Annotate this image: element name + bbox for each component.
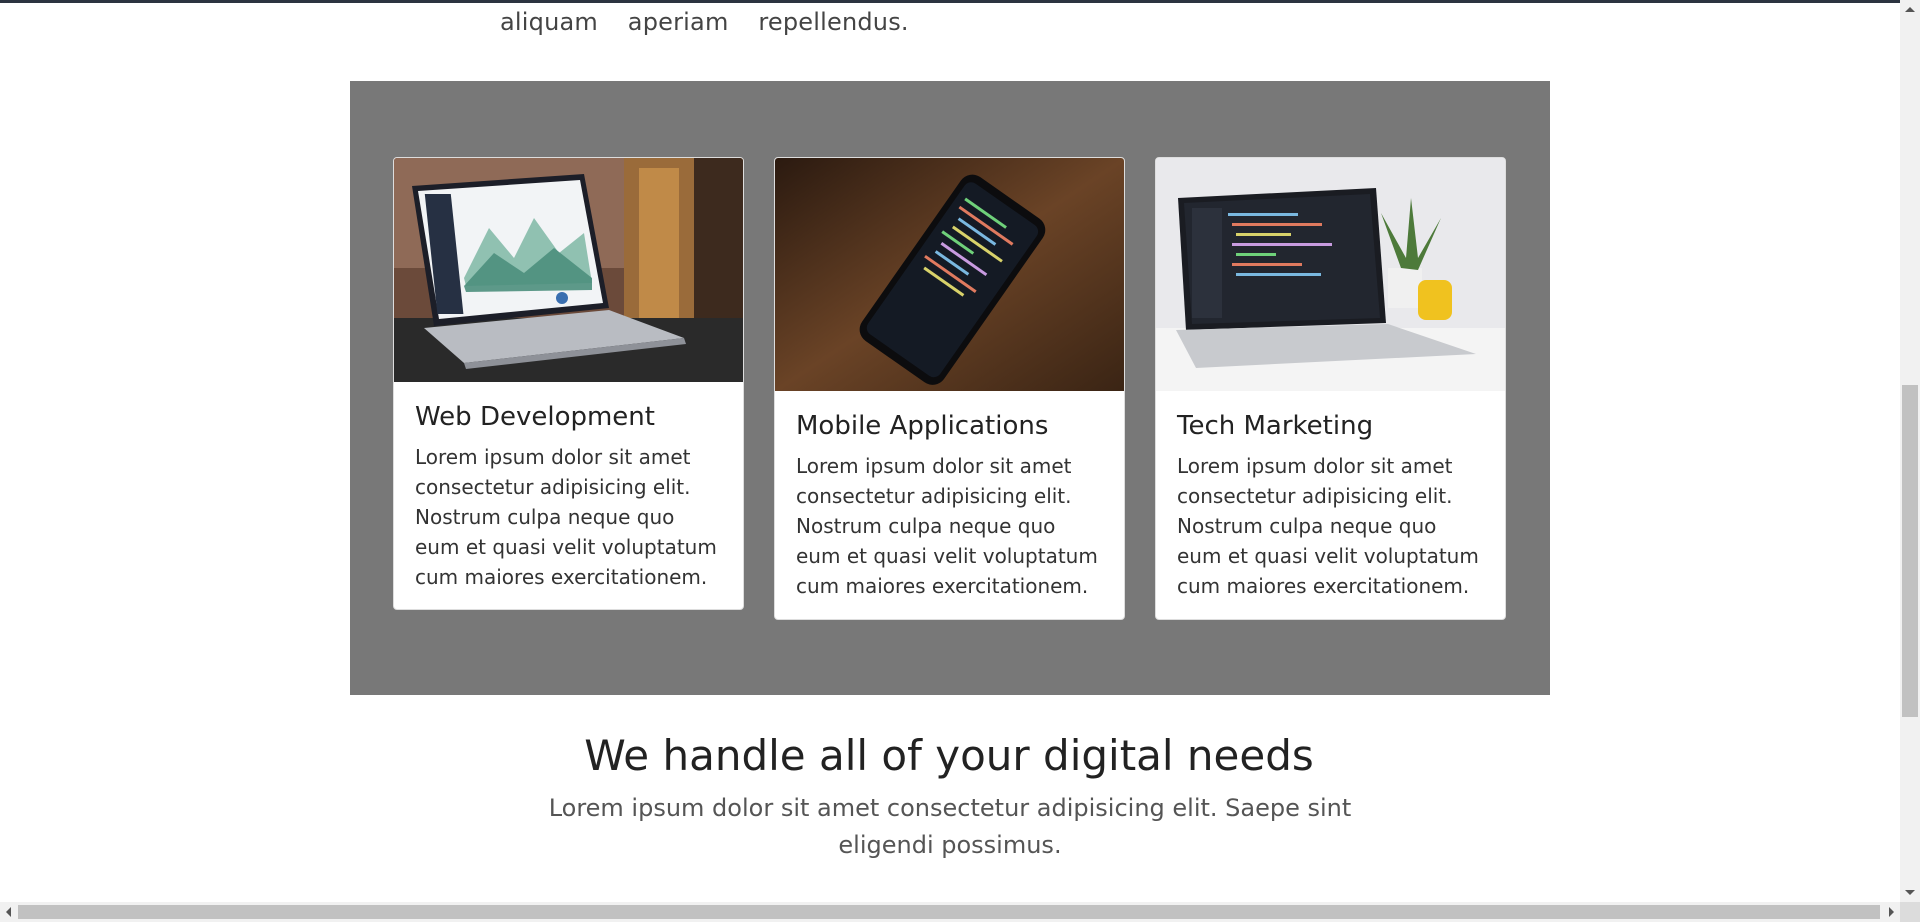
scroll-left-icon[interactable] xyxy=(6,907,11,917)
scroll-right-icon[interactable] xyxy=(1889,907,1894,917)
scroll-up-icon[interactable] xyxy=(1905,7,1915,12)
vertical-scroll-thumb[interactable] xyxy=(1902,385,1918,717)
service-card-web[interactable]: Web Development Lorem ipsum dolor sit am… xyxy=(393,157,744,610)
smartphone-code-photo xyxy=(775,158,1124,391)
horizontal-scroll-thumb[interactable] xyxy=(18,905,1880,919)
laptop-code-plant-photo xyxy=(1156,158,1505,391)
scrollbar-corner xyxy=(1900,902,1920,922)
vertical-scrollbar[interactable] xyxy=(1900,0,1920,902)
scroll-down-icon[interactable] xyxy=(1905,890,1915,895)
digital-needs-headline: We handle all of your digital needs xyxy=(584,731,1314,780)
card-text: Lorem ipsum dolor sit amet consectetur a… xyxy=(1177,454,1479,598)
services-section: Web Development Lorem ipsum dolor sit am… xyxy=(350,81,1550,695)
card-text: Lorem ipsum dolor sit amet consectetur a… xyxy=(415,445,717,589)
card-title: Web Development xyxy=(415,402,655,432)
card-title: Mobile Applications xyxy=(796,411,1049,441)
top-border xyxy=(0,0,1920,3)
service-card-marketing[interactable]: Tech Marketing Lorem ipsum dolor sit ame… xyxy=(1155,157,1506,620)
service-card-mobile[interactable]: Mobile Applications Lorem ipsum dolor si… xyxy=(774,157,1125,620)
intro-text: aliquam aperiam repellendus. xyxy=(500,8,909,36)
digital-needs-subline: Lorem ipsum dolor sit amet consectetur a… xyxy=(548,794,1352,859)
laptop-analytics-photo xyxy=(394,158,743,382)
card-text: Lorem ipsum dolor sit amet consectetur a… xyxy=(796,454,1098,598)
horizontal-scrollbar[interactable] xyxy=(0,902,1900,922)
card-title: Tech Marketing xyxy=(1177,411,1374,441)
